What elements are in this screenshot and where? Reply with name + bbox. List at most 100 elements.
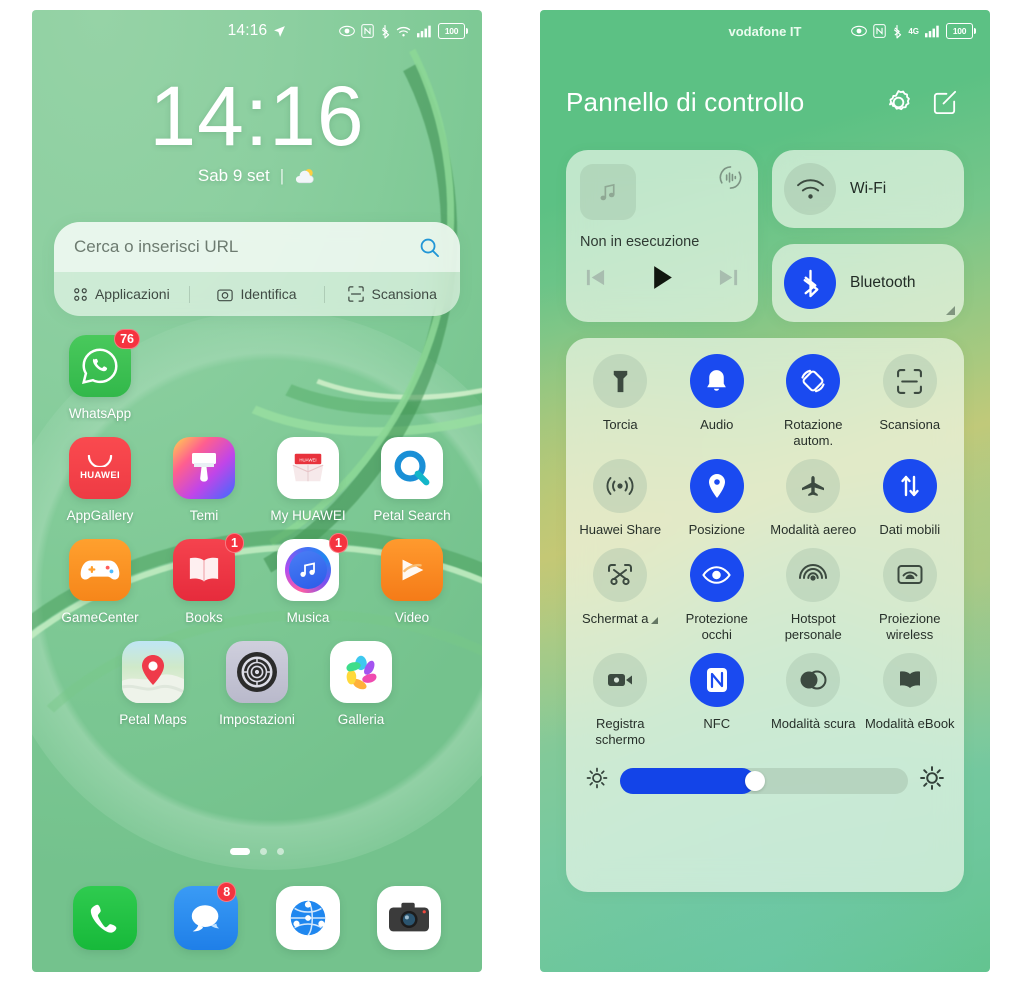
brightness-control[interactable] bbox=[572, 756, 958, 799]
toggle-torcia[interactable]: Torcia bbox=[572, 354, 669, 457]
petal-search-icon bbox=[381, 437, 443, 499]
media-status-text: Non in esecuzione bbox=[580, 234, 700, 250]
app-video[interactable]: Video bbox=[360, 539, 464, 625]
toggle-registra-schermo[interactable]: Registra schermo bbox=[572, 653, 669, 756]
app-gamecenter[interactable]: GameCenter bbox=[48, 539, 152, 625]
search-icon[interactable] bbox=[419, 237, 440, 258]
eye-comfort-icon bbox=[689, 548, 744, 602]
page-indicator[interactable] bbox=[32, 848, 482, 855]
toggle-label: Modalità eBook bbox=[864, 716, 955, 731]
toggle-schermata[interactable]: Schermat a bbox=[572, 548, 669, 651]
toggle-hotspot-personale[interactable]: Hotspot personale bbox=[765, 548, 862, 651]
toggle-rotazione-autom[interactable]: Rotazione autom. bbox=[765, 354, 862, 457]
home-clock-widget[interactable]: 14:16 Sab 9 set | bbox=[32, 70, 482, 186]
toggle-label: Schermat a bbox=[574, 611, 666, 627]
app-impostazioni[interactable]: Impostazioni bbox=[205, 641, 309, 727]
edit-square-icon[interactable] bbox=[924, 82, 964, 122]
page-dot-3[interactable] bbox=[277, 848, 284, 855]
app-musica[interactable]: 1 Musica bbox=[256, 533, 360, 625]
mobile-data-icon bbox=[882, 459, 937, 513]
search-chip-scansiona[interactable]: Scansiona bbox=[325, 286, 460, 302]
skip-next-icon[interactable] bbox=[717, 267, 740, 293]
toggle-label: Scansiona bbox=[879, 417, 941, 432]
toggle-label: Audio bbox=[700, 417, 734, 432]
toggle-label-text: Schermat a bbox=[582, 611, 649, 626]
app-label: My HUAWEI bbox=[270, 508, 346, 523]
toggle-nfc[interactable]: NFC bbox=[669, 653, 766, 756]
app-books[interactable]: 1 Books bbox=[152, 533, 256, 625]
toggle-modalita-ebook[interactable]: Modalità eBook bbox=[862, 653, 959, 756]
brightness-slider[interactable] bbox=[620, 767, 908, 794]
search-chip-applicazioni[interactable]: Applicazioni bbox=[54, 286, 189, 302]
app-whatsapp[interactable]: 76 WhatsApp bbox=[48, 329, 152, 421]
phone-icon bbox=[72, 886, 137, 950]
app-petal-maps[interactable]: Petal Maps bbox=[101, 641, 205, 727]
app-temi[interactable]: Temi bbox=[152, 437, 256, 523]
toggle-label: Modalità scura bbox=[770, 716, 856, 731]
dock-badge: 8 bbox=[217, 882, 237, 902]
search-chip-label: Identifica bbox=[240, 286, 297, 302]
dock-item-messaggi[interactable]: 8 bbox=[174, 882, 239, 950]
toggle-huawei-share[interactable]: Huawei Share bbox=[572, 459, 669, 546]
audio-cast-icon[interactable] bbox=[717, 164, 744, 196]
search-quick-actions: Applicazioni Identifica Scansiona bbox=[54, 272, 460, 316]
toggle-bluetooth[interactable]: Bluetooth bbox=[772, 244, 964, 322]
appgallery-icon: HUAWEI bbox=[69, 437, 131, 499]
app-appgallery[interactable]: HUAWEI AppGallery bbox=[48, 437, 152, 523]
app-row: 76 WhatsApp bbox=[32, 329, 482, 421]
toggle-posizione[interactable]: Posizione bbox=[669, 459, 766, 546]
app-galleria[interactable]: Galleria bbox=[309, 641, 413, 727]
media-player-card[interactable]: Non in esecuzione bbox=[566, 150, 758, 322]
brightness-low-icon bbox=[586, 767, 608, 794]
signal-icon bbox=[417, 25, 431, 37]
dock-item-telefono[interactable] bbox=[72, 886, 137, 950]
location-pin-icon bbox=[689, 459, 744, 513]
clock-date: Sab 9 set bbox=[197, 166, 270, 185]
petal-maps-icon bbox=[122, 641, 184, 703]
toggle-label: Registra schermo bbox=[595, 716, 646, 747]
brightness-high-icon bbox=[920, 766, 944, 795]
video-icon bbox=[381, 539, 443, 601]
auto-rotate-icon bbox=[786, 354, 841, 408]
search-widget[interactable]: Cerca o inserisci URL Applicazioni Ident… bbox=[54, 222, 460, 316]
app-my-huawei[interactable]: HUAWEI My HUAWEI bbox=[256, 437, 360, 523]
eye-icon bbox=[851, 25, 868, 37]
page-dot-1[interactable] bbox=[230, 848, 250, 855]
skip-previous-icon[interactable] bbox=[584, 267, 607, 293]
camera-icon bbox=[377, 886, 442, 950]
expand-corner-icon[interactable] bbox=[946, 306, 955, 315]
toggle-modalita-aereo[interactable]: Modalità aereo bbox=[765, 459, 862, 546]
play-icon[interactable] bbox=[650, 264, 675, 296]
toggle-label: Bluetooth bbox=[850, 274, 916, 291]
app-label: Impostazioni bbox=[219, 712, 295, 727]
toggle-dati-mobili[interactable]: Dati mobili bbox=[862, 459, 959, 546]
screenshot-stage: 14:16 100 14:16 Sab 9 set | Cerca o inse… bbox=[0, 0, 1024, 982]
app-badge: 1 bbox=[225, 533, 244, 553]
toggle-protezione-occhi[interactable]: Protezione occhi bbox=[669, 548, 766, 651]
toggle-scansiona[interactable]: Scansiona bbox=[862, 354, 959, 457]
dock-item-browser[interactable] bbox=[275, 886, 340, 950]
page-dot-2[interactable] bbox=[260, 848, 267, 855]
status-bar-time: 14:16 bbox=[227, 22, 268, 39]
nfc-icon bbox=[689, 653, 744, 707]
dark-mode-icon bbox=[786, 653, 841, 707]
gear-icon[interactable] bbox=[878, 82, 918, 122]
brightness-slider-knob[interactable] bbox=[745, 770, 766, 791]
toggle-proiezione-wireless[interactable]: Proiezione wireless bbox=[862, 548, 959, 651]
bluetooth-icon bbox=[784, 257, 836, 309]
dock-item-fotocamera[interactable] bbox=[377, 886, 442, 950]
expand-corner-icon[interactable] bbox=[651, 617, 659, 624]
app-label: WhatsApp bbox=[68, 406, 132, 421]
status-bar: vodafone IT 4G 100 bbox=[540, 10, 990, 52]
app-label: AppGallery bbox=[66, 508, 134, 523]
search-chip-identifica[interactable]: Identifica bbox=[190, 286, 325, 302]
toggle-modalita-scura[interactable]: Modalità scura bbox=[765, 653, 862, 756]
eye-icon bbox=[339, 25, 355, 37]
airplane-icon bbox=[786, 459, 841, 513]
toggle-audio[interactable]: Audio bbox=[669, 354, 766, 457]
clock-time: 14:16 bbox=[149, 69, 365, 163]
search-input[interactable]: Cerca o inserisci URL bbox=[54, 222, 460, 272]
app-petal-search[interactable]: Petal Search bbox=[360, 437, 464, 523]
toggle-wifi[interactable]: Wi-Fi bbox=[772, 150, 964, 228]
clock-subline: Sab 9 set | bbox=[32, 166, 482, 186]
